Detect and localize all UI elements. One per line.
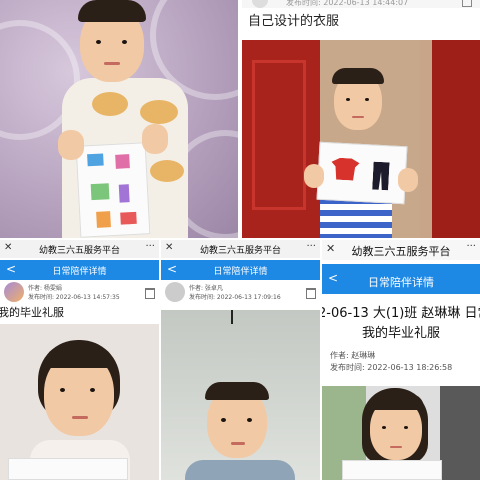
child-eye: [60, 388, 65, 392]
nav-bar: < 日常陪伴详情: [322, 264, 480, 294]
photo-girl: [322, 386, 480, 480]
clothing-drawing: [75, 142, 151, 238]
child-hand: [58, 130, 84, 160]
drawn-shirt: [120, 211, 137, 225]
more-menu-icon[interactable]: ···: [306, 241, 316, 252]
clothing-drawing: [316, 141, 408, 205]
drawn-pants: [118, 184, 130, 203]
post-title: 我的毕业礼服: [362, 326, 441, 341]
child-mouth: [104, 62, 120, 65]
post-publish-time: 发布时间: 2022-06-13 14:44:07: [286, 0, 409, 7]
child-eye: [90, 388, 95, 392]
child-eye: [365, 98, 369, 101]
child-bangs: [368, 394, 424, 410]
child-eye: [122, 40, 127, 44]
child-eye: [382, 426, 386, 429]
nav-title: 日常陪伴详情: [368, 276, 434, 289]
post-title: 我的毕业礼服: [0, 306, 64, 319]
more-menu-icon[interactable]: ···: [145, 241, 155, 252]
child-shirt: [185, 460, 295, 480]
drawing-paper: [342, 460, 442, 480]
child-eye: [247, 418, 252, 422]
post-meta-strip: 发布时间: 2022-06-13 14:44:07: [242, 0, 480, 8]
child-hair: [78, 0, 146, 22]
trash-icon[interactable]: [145, 288, 155, 299]
child-mouth: [72, 416, 88, 419]
child-bangs: [44, 346, 114, 368]
app-screen-1: ✕ 幼教三六五服务平台 ··· < 日常陪伴详情 作者: 杨雯娟 发布时间: 2…: [0, 240, 159, 480]
nav-title: 日常陪伴详情: [52, 267, 107, 277]
drawn-shirt: [87, 153, 104, 167]
drawn-shirt: [115, 154, 130, 169]
app-title: 幼教三六五服务平台: [199, 246, 281, 256]
publish-time: 发布时间: 2022-06-13 18:26:58: [330, 363, 453, 372]
shirt-print: [150, 160, 184, 182]
child-eye: [221, 418, 226, 422]
red-door-right: [432, 40, 480, 238]
author-avatar: [4, 282, 24, 302]
child-eye: [96, 40, 101, 44]
app-screen-2: ✕ 幼教三六五服务平台 ··· < 日常陪伴详情 作者: 张卓凡 发布时间: 2…: [161, 240, 320, 480]
child-eye: [346, 98, 350, 101]
child-hair: [205, 382, 269, 400]
child-mouth: [231, 442, 245, 445]
drawing-paper: [8, 458, 128, 480]
author-name: 作者: 杨雯娟: [28, 285, 62, 292]
photo-boy-with-drawing: [0, 0, 238, 238]
trash-icon[interactable]: [462, 0, 472, 7]
more-menu-icon[interactable]: ···: [466, 241, 476, 252]
child-mouth: [352, 116, 364, 118]
child-eye: [404, 426, 408, 429]
publish-time: 发布时间: 2022-06-13 14:57:35: [28, 294, 120, 301]
post-card-designed-clothes: 发布时间: 2022-06-13 14:44:07 自己设计的衣服: [242, 0, 480, 238]
app-topbar: ✕ 幼教三六五服务平台 ···: [161, 240, 320, 258]
door-panel: [252, 60, 306, 210]
child-hand: [304, 164, 324, 188]
nav-bar: < 日常陪伴详情: [161, 260, 320, 280]
nav-title: 日常陪伴详情: [213, 267, 268, 277]
trash-icon[interactable]: [306, 288, 316, 299]
app-screen-3: ✕ 幼教三六五服务平台 ··· < 日常陪伴详情 2-06-13 大(1)班 赵…: [322, 240, 480, 480]
app-topbar: ✕ 幼教三六五服务平台 ···: [322, 240, 480, 260]
child-hand: [142, 124, 168, 154]
author-avatar: [165, 282, 185, 302]
child-mouth: [390, 446, 402, 448]
author-avatar: [252, 0, 268, 8]
drawn-dress: [96, 211, 111, 228]
shirt-print: [140, 100, 178, 124]
cable: [231, 310, 233, 324]
child-hand: [398, 168, 418, 192]
photo-boy: [161, 310, 320, 480]
drawn-shirt: [90, 183, 110, 201]
drawn-black-pants: [372, 162, 389, 191]
photo-girl: [0, 324, 159, 480]
app-title: 幼教三六五服务平台: [351, 245, 451, 258]
shirt-print: [92, 92, 128, 116]
photo-boy-with-clothes-drawing: [242, 40, 480, 238]
publish-time: 发布时间: 2022-06-13 17:09:16: [189, 294, 281, 301]
drawn-red-shirt: [331, 157, 360, 180]
author-name: 作者: 赵琳琳: [330, 351, 376, 360]
post-title: 自己设计的衣服: [248, 14, 340, 29]
post-header-line: 2-06-13 大(1)班 赵琳琳 日常: [322, 306, 480, 321]
child-hair: [332, 68, 384, 84]
app-title: 幼教三六五服务平台: [38, 246, 120, 256]
app-topbar: ✕ 幼教三六五服务平台 ···: [0, 240, 159, 258]
nav-bar: < 日常陪伴详情: [0, 260, 159, 280]
dark-background: [440, 386, 480, 480]
author-row: 作者: 张卓凡 发布时间: 2022-06-13 17:09:16: [161, 280, 320, 308]
author-name: 作者: 张卓凡: [189, 285, 223, 292]
